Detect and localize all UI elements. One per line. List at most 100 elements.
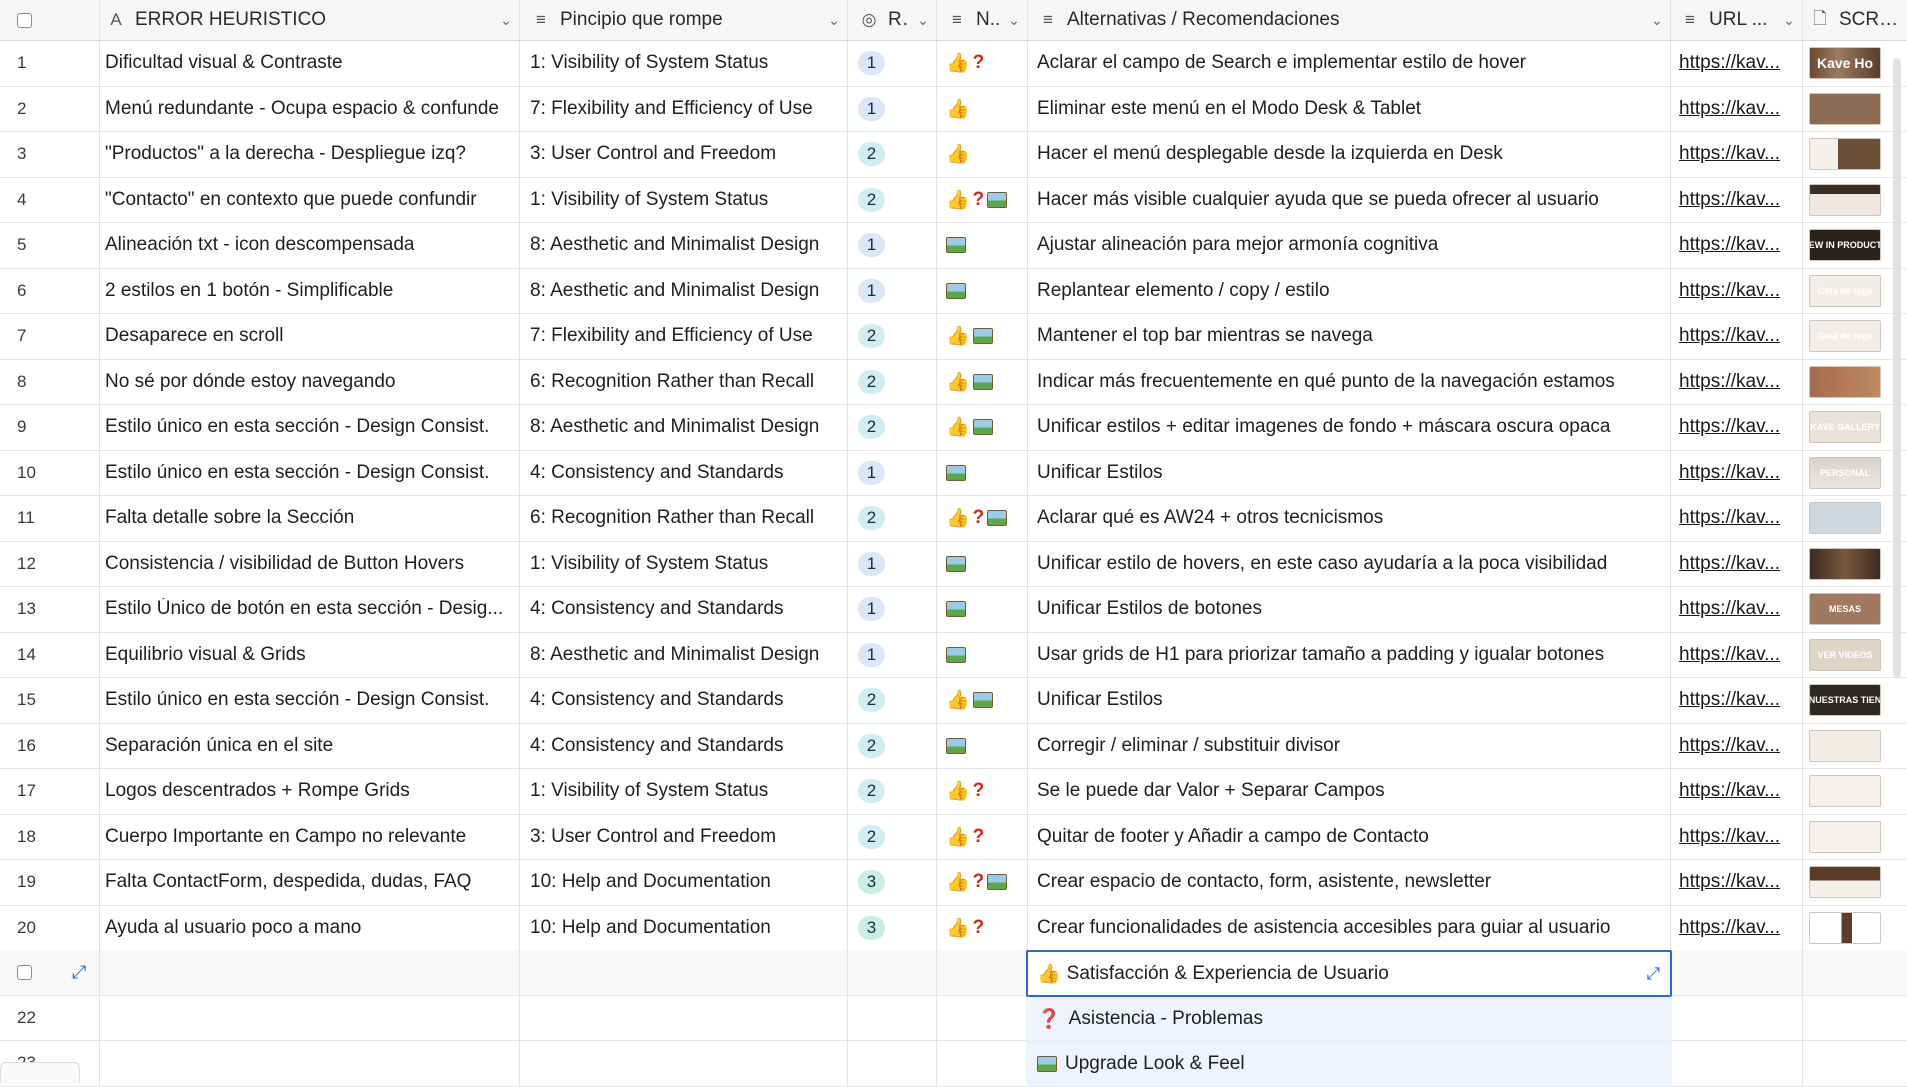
cell-n[interactable]: 👍 [937,314,1028,359]
cell-url[interactable]: https://kav... [1671,132,1803,177]
table-row[interactable]: 16 Separación única en el site 4: Consiste… [0,723,1907,769]
cell-error[interactable]: Falta ContactForm, despedida, dudas, FAQ [100,860,520,905]
screenshot-thumbnail[interactable]: NUESTRAS TIEN [1809,684,1881,717]
table-row[interactable]: 20 Ayuda al usuario poco a mano 10: Help a… [0,905,1907,951]
cell-url[interactable]: https://kav... [1671,314,1803,359]
screenshot-thumbnail[interactable] [1809,729,1881,762]
cell-r[interactable] [848,995,937,1040]
screenshot-thumbnail[interactable] [1809,92,1881,125]
cell-error[interactable]: Dificultad visual & Contraste [100,41,520,86]
column-header-r[interactable]: ◎ R.. ⌄ [848,0,937,40]
cell-r[interactable]: 1 [848,632,937,677]
cell-principio[interactable]: 6: Recognition Rather than Recall [520,496,848,541]
table-row[interactable]: 10 Estilo único en esta sección - Design … [0,450,1907,496]
url-link[interactable]: https://kav... [1679,507,1780,529]
screenshot-thumbnail[interactable] [1809,866,1881,899]
cell-screen[interactable] [1803,496,1907,541]
cell-error[interactable]: "Contacto" en contexto que puede confund… [100,177,520,222]
cell-n[interactable]: 👍? [937,814,1028,859]
screenshot-thumbnail[interactable] [1809,820,1881,853]
url-link[interactable]: https://kav... [1679,689,1780,711]
cell-error[interactable]: Estilo único en esta sección - Design Co… [100,450,520,495]
chevron-down-icon[interactable]: ⌄ [821,12,847,29]
cell-n[interactable]: 👍? [937,177,1028,222]
cell-alternativas[interactable]: Eliminar este menú en el Modo Desk & Tab… [1028,86,1671,131]
cell-n[interactable] [937,995,1028,1040]
table-row[interactable]: 15 Estilo único en esta sección - Design … [0,678,1907,724]
cell-url[interactable]: https://kav... [1671,41,1803,86]
screenshot-thumbnail[interactable] [1809,365,1881,398]
cell-r[interactable]: 2 [848,405,937,450]
cell-principio[interactable] [520,950,848,995]
cell-screen[interactable]: NUESTRAS TIEN [1803,678,1907,723]
cell-url[interactable]: https://kav... [1671,86,1803,131]
url-link[interactable]: https://kav... [1679,553,1780,575]
cell-error[interactable] [100,950,520,995]
cell-principio[interactable]: 1: Visibility of System Status [520,769,848,814]
cell-n[interactable] [937,950,1028,995]
screenshot-thumbnail[interactable]: KAVE GALLERY [1809,411,1881,444]
cell-error[interactable]: Alineación txt - icon descompensada [100,223,520,268]
screenshot-thumbnail[interactable] [1809,138,1881,171]
expand-icon[interactable]: ⤢ [1646,964,1660,984]
table-row[interactable]: 1 Dificultad visual & Contraste 1: Visibil… [0,41,1907,87]
cell-url[interactable]: https://kav... [1671,769,1803,814]
cell-url[interactable]: https://kav... [1671,678,1803,723]
cell-screen[interactable] [1803,360,1907,405]
cell-screen[interactable] [1803,87,1907,132]
url-link[interactable]: https://kav... [1679,189,1780,211]
table-row[interactable]: 8 No sé por dónde estoy navegando 6: Recog… [0,359,1907,405]
cell-r[interactable]: 2 [848,723,937,768]
screenshot-thumbnail[interactable]: Guía de rega [1809,320,1881,353]
cell-principio[interactable]: 6: Recognition Rather than Recall [520,359,848,404]
url-link[interactable]: https://kav... [1679,416,1780,438]
cell-error[interactable] [100,1041,520,1086]
cell-error[interactable]: Estilo único en esta sección - Design Co… [100,405,520,450]
cell-url[interactable]: https://kav... [1671,860,1803,905]
screenshot-thumbnail[interactable] [1809,183,1881,216]
cell-alternativas[interactable]: Aclarar qué es AW24 + otros tecnicismos [1028,496,1671,541]
cell-n[interactable] [937,223,1028,268]
cell-screen[interactable] [1803,542,1907,587]
cell-r[interactable]: 3 [848,905,937,950]
cell-principio[interactable]: 1: Visibility of System Status [520,541,848,586]
table-row[interactable]: 13 Estilo Único de botón en esta sección … [0,587,1907,633]
cell-alternativas[interactable]: Aclarar el campo de Search e implementar… [1028,41,1671,86]
cell-screen[interactable]: KAVE GALLERY [1803,405,1907,450]
column-header-url[interactable]: ≡ URL ... ⌄ [1671,0,1803,40]
screenshot-thumbnail[interactable]: Guía de rega [1809,274,1881,307]
screenshot-thumbnail[interactable] [1809,547,1881,580]
cell-r[interactable]: 1 [848,41,937,86]
table-row[interactable]: 7 Desaparece en scroll 7: Flexibility and … [0,314,1907,360]
table-row[interactable]: 3 "Productos" a la derecha - Despliegue i… [0,132,1907,178]
cell-alternativas[interactable]: Ajustar alineación para mejor armonía co… [1028,223,1671,268]
cell-url[interactable]: https://kav... [1671,814,1803,859]
cell-principio[interactable]: 3: User Control and Freedom [520,132,848,177]
cell-principio[interactable]: 7: Flexibility and Efficiency of Use [520,86,848,131]
cell-n[interactable] [937,1041,1028,1086]
cell-principio[interactable] [520,995,848,1040]
screenshot-thumbnail[interactable]: Kave Ho [1809,47,1881,80]
cell-alternativas[interactable]: Crear funcionalidades de asistencia acce… [1028,905,1671,950]
table-row[interactable]: 14 Equilibrio visual & Grids 8: Aesthetic … [0,632,1907,678]
cell-error[interactable]: No sé por dónde estoy navegando [100,359,520,404]
cell-alternativas[interactable]: Unificar Estilos [1028,678,1671,723]
cell-r[interactable]: 2 [848,359,937,404]
cell-url[interactable]: https://kav... [1671,587,1803,632]
cell-url[interactable]: https://kav... [1671,541,1803,586]
cell-r[interactable] [848,1041,937,1086]
chevron-down-icon[interactable]: ⌄ [493,12,519,29]
cell-screen[interactable]: MESAS [1803,587,1907,632]
column-header-n[interactable]: ≡ N.. ⌄ [937,0,1028,40]
cell-alternativas[interactable]: Indicar más frecuentemente en qué punto … [1028,359,1671,404]
dropdown-option-upgrade[interactable]: Upgrade Look & Feel [1026,1042,1672,1087]
cell-principio[interactable]: 1: Visibility of System Status [520,177,848,222]
cell-url[interactable] [1671,1041,1803,1086]
table-row[interactable]: 4 "Contacto" en contexto que puede confun… [0,177,1907,223]
cell-principio[interactable]: 10: Help and Documentation [520,860,848,905]
cell-url[interactable]: https://kav... [1671,359,1803,404]
cell-screen[interactable] [1803,769,1907,814]
url-link[interactable]: https://kav... [1679,280,1780,302]
table-row[interactable]: 18 Cuerpo Importante en Campo no relevant… [0,814,1907,860]
url-link[interactable]: https://kav... [1679,325,1780,347]
